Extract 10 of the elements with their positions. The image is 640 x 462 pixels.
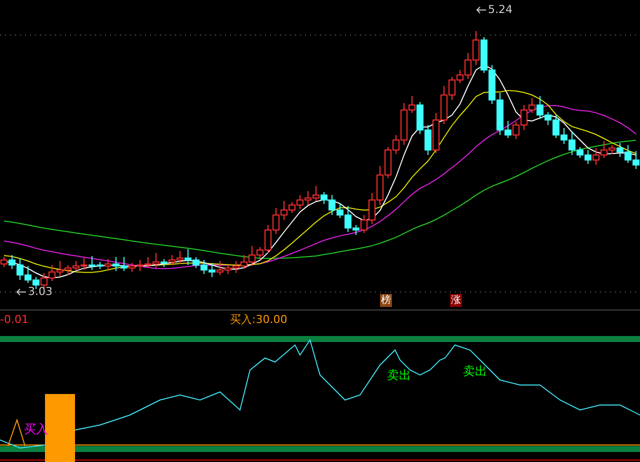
badge: 榜: [380, 294, 392, 307]
indicator-title: 买入:30.00: [230, 312, 288, 328]
arrow-icon: [16, 288, 26, 296]
badge: 涨: [450, 294, 462, 307]
low-price-label: 3.03: [28, 284, 52, 300]
arrow-icon: [476, 6, 486, 14]
signal-label: 卖出: [463, 363, 487, 380]
high-price-label: 5.24: [488, 2, 512, 18]
indicator-reading: -0.01: [0, 312, 28, 328]
signal-label: 卖出: [387, 367, 411, 384]
